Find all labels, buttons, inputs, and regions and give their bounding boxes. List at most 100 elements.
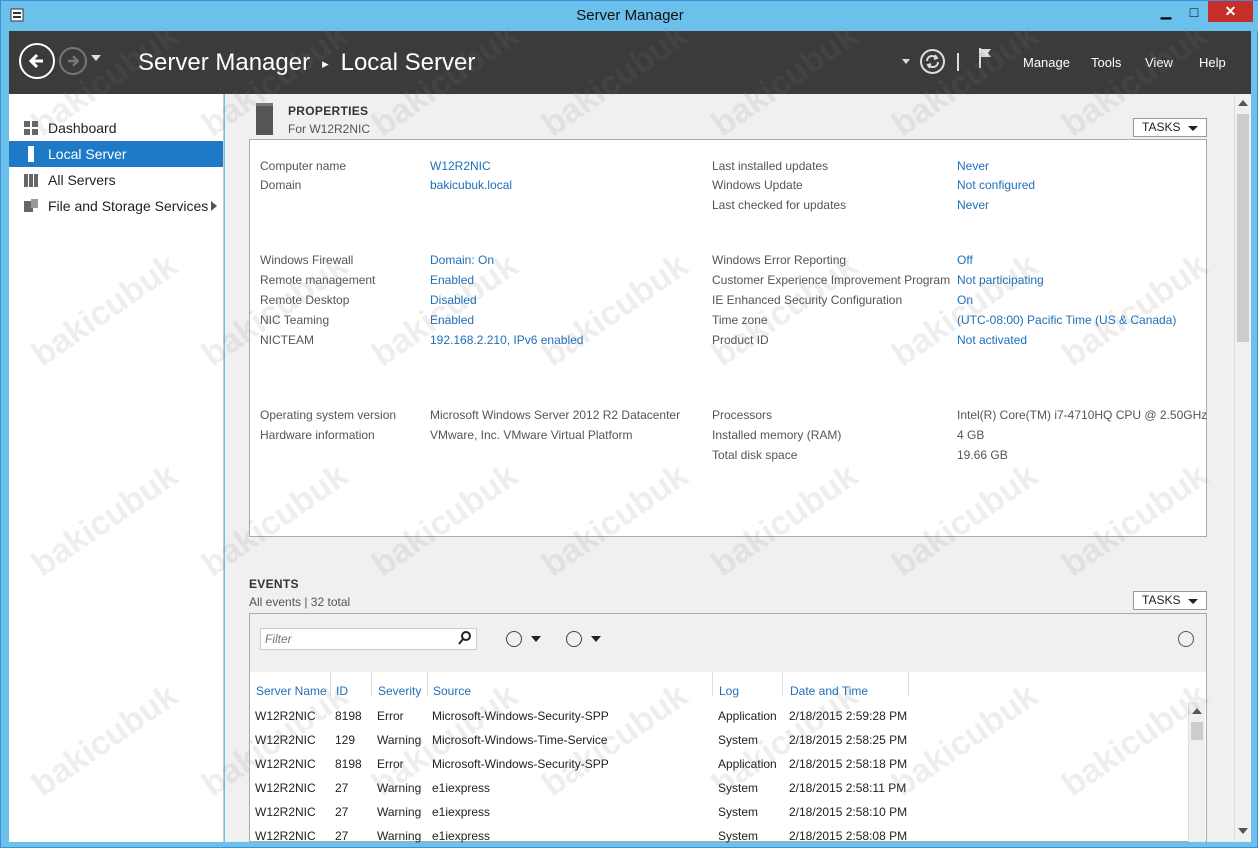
breadcrumb: Server Manager ▸ Local Server bbox=[138, 49, 475, 77]
cell-date: 2/18/2015 2:58:10 PM bbox=[789, 805, 908, 819]
cell-date: 2/18/2015 2:59:28 PM bbox=[789, 709, 908, 723]
expand-chevron-icon[interactable] bbox=[1178, 631, 1194, 647]
ceip-link[interactable]: Not participating bbox=[957, 273, 1044, 287]
product-id-link[interactable]: Not activated bbox=[957, 333, 1027, 347]
disk-space-value: 19.66 GB bbox=[957, 448, 1008, 462]
refresh-button[interactable] bbox=[920, 49, 945, 74]
column-divider bbox=[908, 672, 909, 696]
breadcrumb-root[interactable]: Server Manager bbox=[138, 49, 310, 76]
last-installed-updates-link[interactable]: Never bbox=[957, 159, 989, 173]
sidebar-item-file-storage[interactable]: File and Storage Services bbox=[9, 193, 223, 219]
main-scrollbar[interactable] bbox=[1234, 94, 1251, 842]
windows-update-link[interactable]: Not configured bbox=[957, 178, 1035, 192]
close-button[interactable]: ✕ bbox=[1208, 1, 1253, 22]
remote-desktop-link[interactable]: Disabled bbox=[430, 293, 477, 307]
memory-value: 4 GB bbox=[957, 428, 985, 442]
column-id[interactable]: ID bbox=[336, 684, 348, 698]
scroll-up-icon[interactable] bbox=[1192, 708, 1202, 714]
list-options-dropdown-icon[interactable] bbox=[531, 636, 541, 642]
save-query-icon[interactable] bbox=[566, 631, 582, 647]
table-row[interactable]: W12R2NIC 129 Warning Microsoft-Windows-Time… bbox=[250, 728, 1185, 752]
forward-button[interactable] bbox=[59, 47, 87, 75]
time-zone-link[interactable]: (UTC-08:00) Pacific Time (US & Canada) bbox=[957, 313, 1176, 327]
prop-label: Last installed updates bbox=[712, 159, 829, 173]
properties-tasks-button[interactable]: TASKS bbox=[1133, 118, 1207, 137]
cell-id: 27 bbox=[335, 805, 349, 819]
sidebar-item-local-server[interactable]: Local Server bbox=[9, 141, 223, 167]
last-checked-updates-link[interactable]: Never bbox=[957, 198, 989, 212]
save-query-dropdown-icon[interactable] bbox=[591, 636, 601, 642]
table-row[interactable]: W12R2NIC 27 Warning e1iexpress System 2/18/20… bbox=[250, 824, 1185, 848]
nic-teaming-link[interactable]: Enabled bbox=[430, 313, 474, 327]
column-date-time[interactable]: Date and Time bbox=[790, 684, 868, 698]
back-button[interactable] bbox=[19, 43, 55, 79]
menu-manage[interactable]: Manage bbox=[1023, 55, 1070, 70]
cell-id: 8198 bbox=[335, 757, 362, 771]
properties-title: PROPERTIES bbox=[288, 104, 369, 118]
cell-server: W12R2NIC bbox=[255, 781, 316, 795]
cell-server: W12R2NIC bbox=[255, 709, 316, 723]
cell-log: Application bbox=[718, 709, 777, 723]
column-log[interactable]: Log bbox=[719, 684, 739, 698]
scroll-down-icon[interactable] bbox=[1238, 828, 1248, 834]
prop-label: NICTEAM bbox=[260, 333, 314, 347]
refresh-dropdown-icon[interactable] bbox=[902, 59, 910, 64]
prop-label: Operating system version bbox=[260, 408, 397, 422]
prop-label: Domain bbox=[260, 178, 302, 192]
table-row[interactable]: W12R2NIC 8198 Error Microsoft-Windows-Secur… bbox=[250, 704, 1185, 728]
prop-label: Installed memory (RAM) bbox=[712, 428, 842, 442]
remote-management-link[interactable]: Enabled bbox=[430, 273, 474, 287]
cell-source: e1iexpress bbox=[432, 829, 491, 843]
sidebar-item-dashboard[interactable]: Dashboard bbox=[9, 115, 223, 141]
title-bar[interactable]: Server Manager ▁ □ ✕ bbox=[1, 1, 1258, 31]
properties-subtitle: For W12R2NIC bbox=[288, 122, 371, 136]
scroll-thumb[interactable] bbox=[1237, 114, 1249, 342]
sidebar-item-all-servers[interactable]: All Servers bbox=[9, 167, 223, 193]
menu-help[interactable]: Help bbox=[1199, 55, 1226, 70]
events-subtitle: All events | 32 total bbox=[249, 595, 351, 609]
table-row[interactable]: W12R2NIC 8198 Error Microsoft-Windows-Secur… bbox=[250, 752, 1185, 776]
scroll-up-icon[interactable] bbox=[1238, 100, 1248, 106]
events-scrollbar[interactable] bbox=[1188, 702, 1205, 842]
prop-label: Windows Error Reporting bbox=[712, 253, 847, 267]
table-row[interactable]: W12R2NIC 27 Warning e1iexpress System 2/18/20… bbox=[250, 800, 1185, 824]
prop-label: Hardware information bbox=[260, 428, 375, 442]
refresh-icon bbox=[926, 54, 939, 69]
cell-severity: Error bbox=[377, 709, 404, 723]
list-options-icon[interactable] bbox=[506, 631, 522, 647]
column-divider bbox=[782, 672, 783, 696]
search-icon[interactable] bbox=[458, 631, 472, 645]
header-bar: Server Manager ▸ Local Server Manage Tools… bbox=[9, 31, 1251, 94]
column-severity[interactable]: Severity bbox=[378, 684, 421, 698]
prop-label: Total disk space bbox=[712, 448, 798, 462]
minimize-button[interactable]: ▁ bbox=[1153, 1, 1179, 22]
notifications-flag-icon[interactable] bbox=[977, 47, 993, 69]
prop-label: NIC Teaming bbox=[260, 313, 330, 327]
ie-esc-link[interactable]: On bbox=[957, 293, 973, 307]
column-source[interactable]: Source bbox=[433, 684, 471, 698]
tasks-label: TASKS bbox=[1142, 120, 1181, 134]
table-row[interactable]: W12R2NIC 27 Warning e1iexpress System 2/18/20… bbox=[250, 776, 1185, 800]
cell-id: 27 bbox=[335, 829, 349, 843]
dropdown-arrow-icon bbox=[1188, 126, 1198, 131]
column-server-name[interactable]: Server Name bbox=[256, 684, 327, 698]
prop-label: Remote Desktop bbox=[260, 293, 350, 307]
arrow-right-icon bbox=[68, 55, 80, 67]
nicteam-link[interactable]: 192.168.2.210, IPv6 enabled bbox=[430, 333, 583, 347]
menu-view[interactable]: View bbox=[1145, 55, 1173, 70]
scroll-thumb[interactable] bbox=[1191, 722, 1203, 740]
events-tasks-button[interactable]: TASKS bbox=[1133, 591, 1207, 610]
menu-tools[interactable]: Tools bbox=[1091, 55, 1121, 70]
prop-label: Remote management bbox=[260, 273, 376, 287]
maximize-button[interactable]: □ bbox=[1181, 1, 1207, 22]
error-reporting-link[interactable]: Off bbox=[957, 253, 973, 267]
column-divider bbox=[330, 672, 331, 696]
cell-log: System bbox=[718, 781, 759, 795]
computer-name-link[interactable]: W12R2NIC bbox=[430, 159, 491, 173]
cell-source: Microsoft-Windows-Time-Service bbox=[432, 733, 608, 747]
domain-link[interactable]: bakicubuk.local bbox=[430, 178, 512, 192]
history-dropdown-icon[interactable] bbox=[91, 55, 101, 61]
chevron-right-icon[interactable] bbox=[211, 201, 217, 211]
windows-firewall-link[interactable]: Domain: On bbox=[430, 253, 494, 267]
filter-input[interactable] bbox=[260, 628, 477, 650]
